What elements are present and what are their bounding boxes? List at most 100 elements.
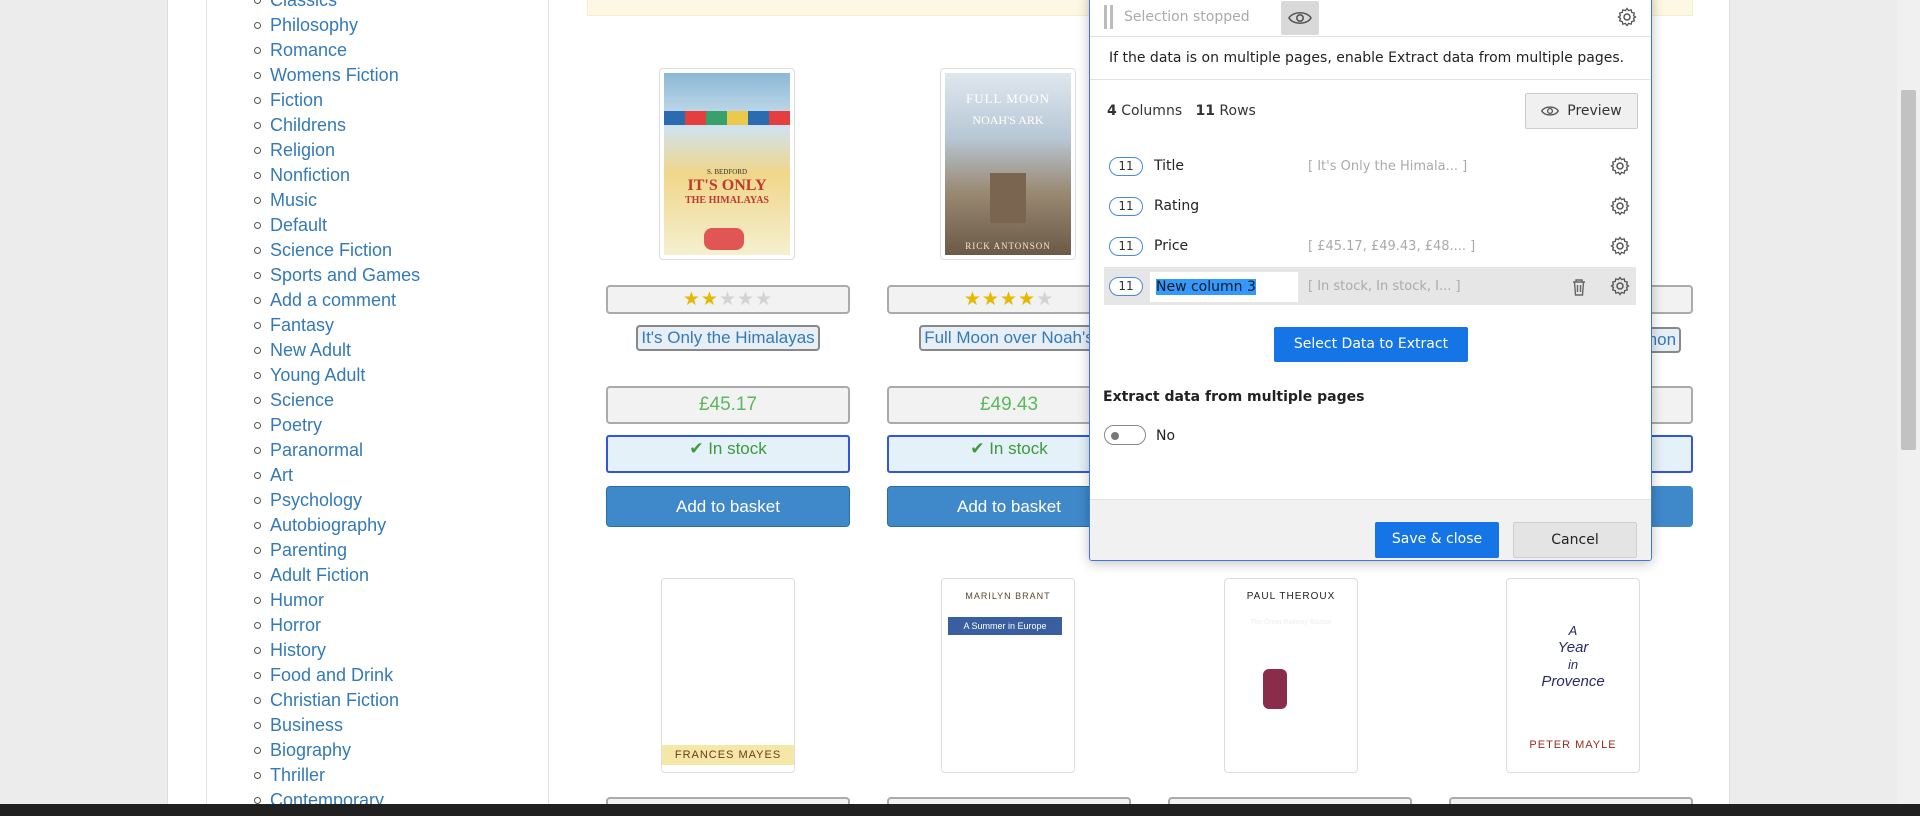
column-row[interactable]: 11 Rating: [1104, 187, 1636, 225]
column-name[interactable]: Title: [1154, 158, 1184, 174]
cover-title-line2: NOAH'S ARK: [972, 113, 1044, 127]
check-icon: ✔: [970, 439, 985, 458]
book-cover-image: FULL MOON NOAH'S ARK RICK ANTONSON: [945, 73, 1071, 255]
column-name[interactable]: Price: [1154, 238, 1188, 254]
preview-label: Preview: [1567, 103, 1622, 119]
category-list: Classics Philosophy Romance Womens Fiction F…: [253, 0, 420, 813]
category-link[interactable]: Religion: [253, 138, 420, 163]
cover-author: PAUL THEROUX: [1246, 591, 1336, 602]
preview-button[interactable]: Preview: [1525, 93, 1638, 129]
column-row[interactable]: 11 Price [ £45.17, £49.43, £48.... ]: [1104, 227, 1636, 265]
book-title-link[interactable]: It's Only the Himalayas: [606, 325, 850, 351]
columns-label: Columns: [1121, 103, 1183, 119]
cancel-button[interactable]: Cancel: [1513, 522, 1637, 558]
category-link[interactable]: Fiction: [253, 88, 420, 113]
divider: [1090, 79, 1651, 80]
cover-author: RICK ANTONSON: [965, 241, 1051, 251]
book-thumbnail[interactable]: Under the TUSCAN SUN FRANCES MAYES: [661, 578, 795, 773]
category-link[interactable]: Biography: [253, 738, 420, 763]
category-link[interactable]: Philosophy: [253, 13, 420, 38]
cover-title-line1: IT'S ONLY: [687, 177, 767, 194]
category-link[interactable]: Art: [253, 463, 420, 488]
book-title[interactable]: Full Moon over Noah's: [919, 325, 1099, 351]
column-settings-gear-icon[interactable]: [1610, 196, 1630, 220]
column-row[interactable]: 11 New column 3 [ In stock, In stock, I...…: [1104, 267, 1636, 305]
save-close-button[interactable]: Save & close: [1375, 522, 1499, 558]
category-link[interactable]: Young Adult: [253, 363, 420, 388]
price: £45.17: [606, 386, 850, 424]
category-link[interactable]: Music: [253, 188, 420, 213]
category-link[interactable]: Thriller: [253, 763, 420, 788]
select-data-to-extract-button[interactable]: Select Data to Extract: [1274, 327, 1468, 362]
star-empty-icon: ★: [718, 289, 738, 310]
settings-gear-icon[interactable]: [1617, 7, 1637, 27]
category-link[interactable]: History: [253, 638, 420, 663]
star-filled-icon: ★: [682, 289, 701, 310]
category-link[interactable]: Science Fiction: [253, 238, 420, 263]
column-name-input[interactable]: New column 3: [1150, 272, 1298, 302]
category-link[interactable]: Christian Fiction: [253, 688, 420, 713]
column-name-selected-text: New column 3: [1156, 279, 1256, 295]
extract-data-dialog: Selection stopped If the data is on mult…: [1089, 0, 1652, 561]
category-link[interactable]: Business: [253, 713, 420, 738]
page-scrollbar[interactable]: [1897, 0, 1920, 810]
category-link[interactable]: Romance: [253, 38, 420, 63]
category-link[interactable]: Psychology: [253, 488, 420, 513]
stock-label: In stock: [708, 439, 767, 458]
book-thumbnail[interactable]: PAUL THEROUX The Great Railway Bazaar: [1224, 578, 1358, 773]
column-row[interactable]: 11 Title [ It's Only the Himala... ]: [1104, 147, 1636, 185]
multi-page-hint: If the data is on multiple pages, enable…: [1109, 50, 1625, 66]
book-thumbnail[interactable]: FULL MOON NOAH'S ARK RICK ANTONSON: [940, 68, 1076, 260]
category-link[interactable]: New Adult: [253, 338, 420, 363]
selection-status: Selection stopped: [1124, 9, 1250, 25]
star-empty-icon: ★: [737, 289, 756, 310]
cover-title: A Summer in Europe: [948, 617, 1062, 635]
book-thumbnail[interactable]: S. BEDFORD IT'S ONLY THE HIMALAYAS: [659, 68, 795, 260]
category-link[interactable]: Autobiography: [253, 513, 420, 538]
category-link[interactable]: Nonfiction: [253, 163, 420, 188]
category-link[interactable]: Childrens: [253, 113, 420, 138]
book-thumbnail[interactable]: A Year in Provence PETER MAYLE: [1506, 578, 1640, 773]
category-link[interactable]: Food and Drink: [253, 663, 420, 688]
rows-count: 11: [1195, 103, 1215, 119]
category-link[interactable]: Adult Fiction: [253, 563, 420, 588]
column-settings-gear-icon[interactable]: [1610, 276, 1630, 300]
column-name[interactable]: Rating: [1154, 198, 1199, 214]
category-link[interactable]: Fantasy: [253, 313, 420, 338]
cover-title: The Great Railway Bazaar: [1249, 619, 1333, 626]
add-to-basket-button[interactable]: Add to basket: [606, 486, 850, 527]
category-link[interactable]: Classics: [253, 0, 420, 13]
category-link[interactable]: Womens Fiction: [253, 63, 420, 88]
category-link[interactable]: Poetry: [253, 413, 420, 438]
category-link[interactable]: Add a comment: [253, 288, 420, 313]
column-settings-gear-icon[interactable]: [1610, 236, 1630, 260]
star-filled-icon: ★: [981, 289, 1000, 310]
star-filled-icon: ★: [963, 289, 982, 310]
trash-icon[interactable]: [1571, 277, 1587, 297]
cover-title-line2: TUSCAN: [686, 645, 770, 667]
book-thumbnail[interactable]: MARILYN BRANT A Summer in Europe: [941, 578, 1075, 773]
category-link[interactable]: Parenting: [253, 538, 420, 563]
column-sample-values: [ It's Only the Himala... ]: [1308, 159, 1468, 174]
column-settings-gear-icon[interactable]: [1610, 156, 1630, 180]
star-filled-icon: ★: [700, 289, 719, 310]
column-count-badge: 11: [1109, 237, 1143, 256]
dialog-footer: Save & close Cancel: [1090, 499, 1651, 560]
scrollbar-thumb[interactable]: [1901, 90, 1916, 450]
category-link[interactable]: Science: [253, 388, 420, 413]
toggle-highlight-button[interactable]: [1281, 1, 1319, 35]
cover-author: S. BEDFORD: [706, 168, 748, 176]
category-link[interactable]: Paranormal: [253, 438, 420, 463]
divider: [1090, 36, 1651, 37]
category-link[interactable]: Humor: [253, 588, 420, 613]
cover-title-line1: FULL MOON: [966, 91, 1050, 106]
category-link[interactable]: Sports and Games: [253, 263, 420, 288]
cover-title-line1: Under the: [701, 629, 755, 643]
stock-label: In stock: [989, 439, 1048, 458]
category-link[interactable]: Default: [253, 213, 420, 238]
drag-handle-icon[interactable]: [1104, 5, 1113, 29]
multi-page-toggle[interactable]: [1104, 425, 1146, 445]
category-link[interactable]: Horror: [253, 613, 420, 638]
cover-author: FRANCES MAYES: [662, 745, 794, 765]
book-title[interactable]: It's Only the Himalayas: [636, 325, 820, 351]
